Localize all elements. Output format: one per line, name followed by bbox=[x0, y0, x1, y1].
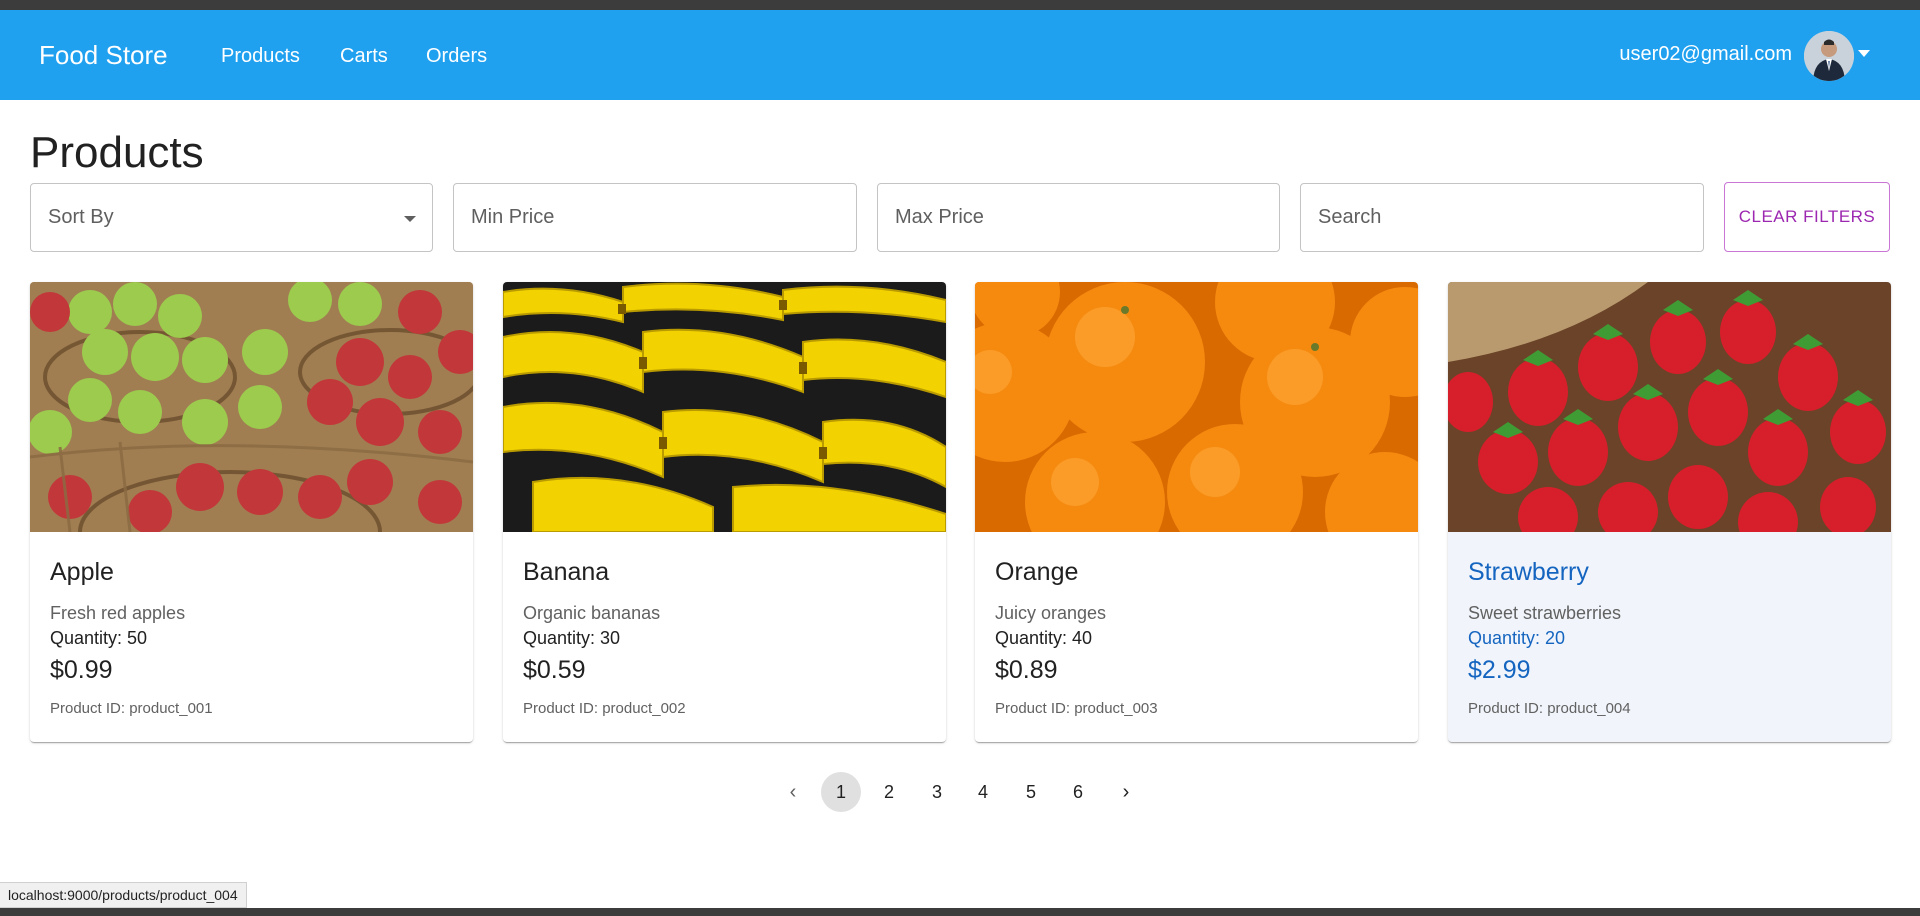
product-description: Juicy oranges bbox=[995, 603, 1107, 623]
sort-label: Sort By bbox=[48, 206, 114, 228]
min-price-field[interactable] bbox=[453, 183, 857, 252]
page-button-2[interactable]: 2 bbox=[869, 772, 909, 812]
product-card-orange[interactable]: Orange Juicy oranges Quantity: 40 $0.89 … bbox=[975, 282, 1418, 742]
product-card-banana[interactable]: Banana Organic bananas Quantity: 30 $0.5… bbox=[503, 282, 946, 742]
product-quantity: Quantity: 30 bbox=[523, 628, 621, 648]
max-price-field[interactable] bbox=[877, 183, 1280, 252]
page-button-5[interactable]: 5 bbox=[1011, 772, 1051, 812]
chevron-right-icon[interactable]: › bbox=[1106, 772, 1146, 812]
product-image-apple bbox=[30, 282, 473, 532]
nav-orders[interactable]: Orders bbox=[426, 45, 487, 68]
max-price-input[interactable] bbox=[878, 184, 1279, 251]
status-bar-url: localhost:9000/products/product_004 bbox=[0, 882, 247, 908]
product-quantity: Quantity: 40 bbox=[995, 628, 1093, 648]
product-name: Strawberry bbox=[1468, 558, 1589, 586]
product-description: Organic bananas bbox=[523, 603, 661, 623]
search-field[interactable] bbox=[1300, 183, 1704, 252]
window-top-bar bbox=[0, 0, 1920, 10]
page-button-3[interactable]: 3 bbox=[917, 772, 957, 812]
product-image-banana bbox=[503, 282, 946, 532]
product-name: Orange bbox=[995, 558, 1079, 586]
product-card-strawberry[interactable]: Strawberry Sweet strawberries Quantity: … bbox=[1448, 282, 1891, 742]
product-name: Apple bbox=[50, 558, 114, 586]
min-price-input[interactable] bbox=[454, 184, 856, 251]
chevron-left-icon[interactable]: ‹ bbox=[773, 772, 813, 812]
product-image-strawberry bbox=[1448, 282, 1891, 532]
product-quantity: Quantity: 50 bbox=[50, 628, 148, 648]
product-card-apple[interactable]: Apple Fresh red apples Quantity: 50 $0.9… bbox=[30, 282, 473, 742]
nav-carts[interactable]: Carts bbox=[340, 45, 388, 68]
user-email: user02@gmail.com bbox=[1619, 43, 1792, 65]
page-button-4[interactable]: 4 bbox=[963, 772, 1003, 812]
avatar[interactable] bbox=[1804, 31, 1854, 81]
product-price: $0.99 bbox=[50, 656, 113, 684]
product-id: Product ID: product_004 bbox=[1468, 700, 1631, 717]
window-bottom-bar bbox=[0, 908, 1920, 916]
page-button-6[interactable]: 6 bbox=[1058, 772, 1098, 812]
product-description: Fresh red apples bbox=[50, 603, 186, 623]
clear-filters-button[interactable]: CLEAR FILTERS bbox=[1724, 182, 1890, 252]
product-description: Sweet strawberries bbox=[1468, 603, 1622, 623]
page-title: Products bbox=[30, 128, 204, 177]
chevron-down-icon bbox=[404, 216, 416, 222]
product-id: Product ID: product_003 bbox=[995, 700, 1158, 717]
product-price: $0.89 bbox=[995, 656, 1058, 684]
product-quantity: Quantity: 20 bbox=[1468, 628, 1566, 648]
sort-select[interactable]: Sort By bbox=[30, 183, 433, 252]
product-name: Banana bbox=[523, 558, 610, 586]
product-price: $2.99 bbox=[1468, 656, 1531, 684]
product-id: Product ID: product_002 bbox=[523, 700, 686, 717]
brand-title[interactable]: Food Store bbox=[39, 40, 168, 71]
app-bar: Food Store Products Carts Orders user02@… bbox=[0, 10, 1920, 100]
caret-down-icon[interactable] bbox=[1858, 50, 1870, 57]
search-input[interactable] bbox=[1301, 184, 1703, 251]
product-id: Product ID: product_001 bbox=[50, 700, 213, 717]
product-image-orange bbox=[975, 282, 1418, 532]
product-price: $0.59 bbox=[523, 656, 586, 684]
page-button-1[interactable]: 1 bbox=[821, 772, 861, 812]
pagination: ‹ 1 2 3 4 5 6 › bbox=[0, 772, 1920, 812]
nav-products[interactable]: Products bbox=[221, 45, 300, 68]
